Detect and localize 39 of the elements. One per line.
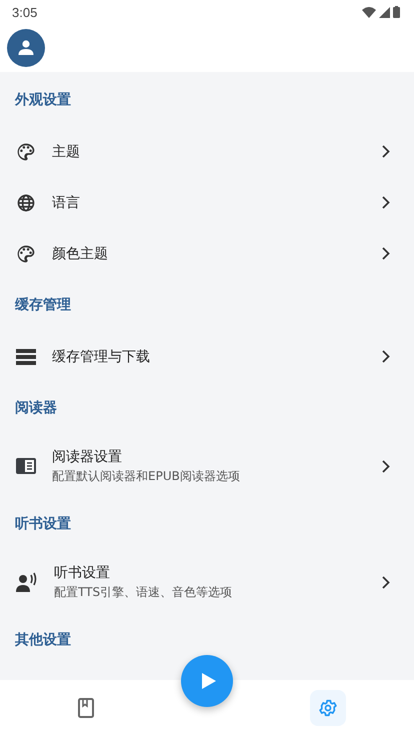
speaking-person-icon [16,572,38,592]
chevron-right-icon [382,145,390,158]
signal-icon [379,6,390,18]
section-heading: 缓存管理 [14,296,72,315]
chevron-right-icon [382,196,390,209]
item-title: 语言 [52,194,81,212]
play-icon [201,672,217,690]
settings-item[interactable]: 缓存管理与下载 [0,331,414,382]
item-title: 阅读器设置 [52,448,123,466]
avatar-icon[interactable] [7,29,45,67]
play-button[interactable] [181,655,233,707]
section-heading: 听书设置 [14,515,72,534]
item-description: 配置TTS引擎、语速、音色等选项 [54,584,234,600]
palette-icon [16,244,36,264]
settings-item[interactable]: 颜色主题 [0,228,414,279]
section-heading: 其他设置 [14,631,72,650]
palette-icon [16,142,36,162]
storage-icon [16,348,36,364]
settings-tab[interactable] [310,690,346,726]
chevron-right-icon [382,247,390,260]
item-title: 颜色主题 [52,244,109,262]
settings-item[interactable]: 语言 [0,177,414,228]
item-title: 主题 [52,142,81,160]
settings-item[interactable]: 阅读器设置 配置默认阅读器和EPUB阅读器选项 [0,434,414,498]
item-title: 听书设置 [54,564,111,582]
wifi-icon [362,6,376,18]
settings-item[interactable]: 主题 [0,126,414,177]
status-time: 3:05 [12,4,38,20]
item-description: 配置默认阅读器和EPUB阅读器选项 [52,468,241,484]
chevron-right-icon [382,350,390,363]
settings-item[interactable]: 听书设置 配置TTS引擎、语速、音色等选项 [0,550,414,614]
reader-icon [16,458,36,474]
globe-icon [16,192,36,212]
item-title: 缓存管理与下载 [52,348,151,366]
chevron-right-icon [382,460,390,472]
section-heading: 阅读器 [14,399,58,418]
battery-icon [393,6,400,18]
section-heading: 外观设置 [14,91,72,110]
chevron-right-icon [382,576,390,588]
